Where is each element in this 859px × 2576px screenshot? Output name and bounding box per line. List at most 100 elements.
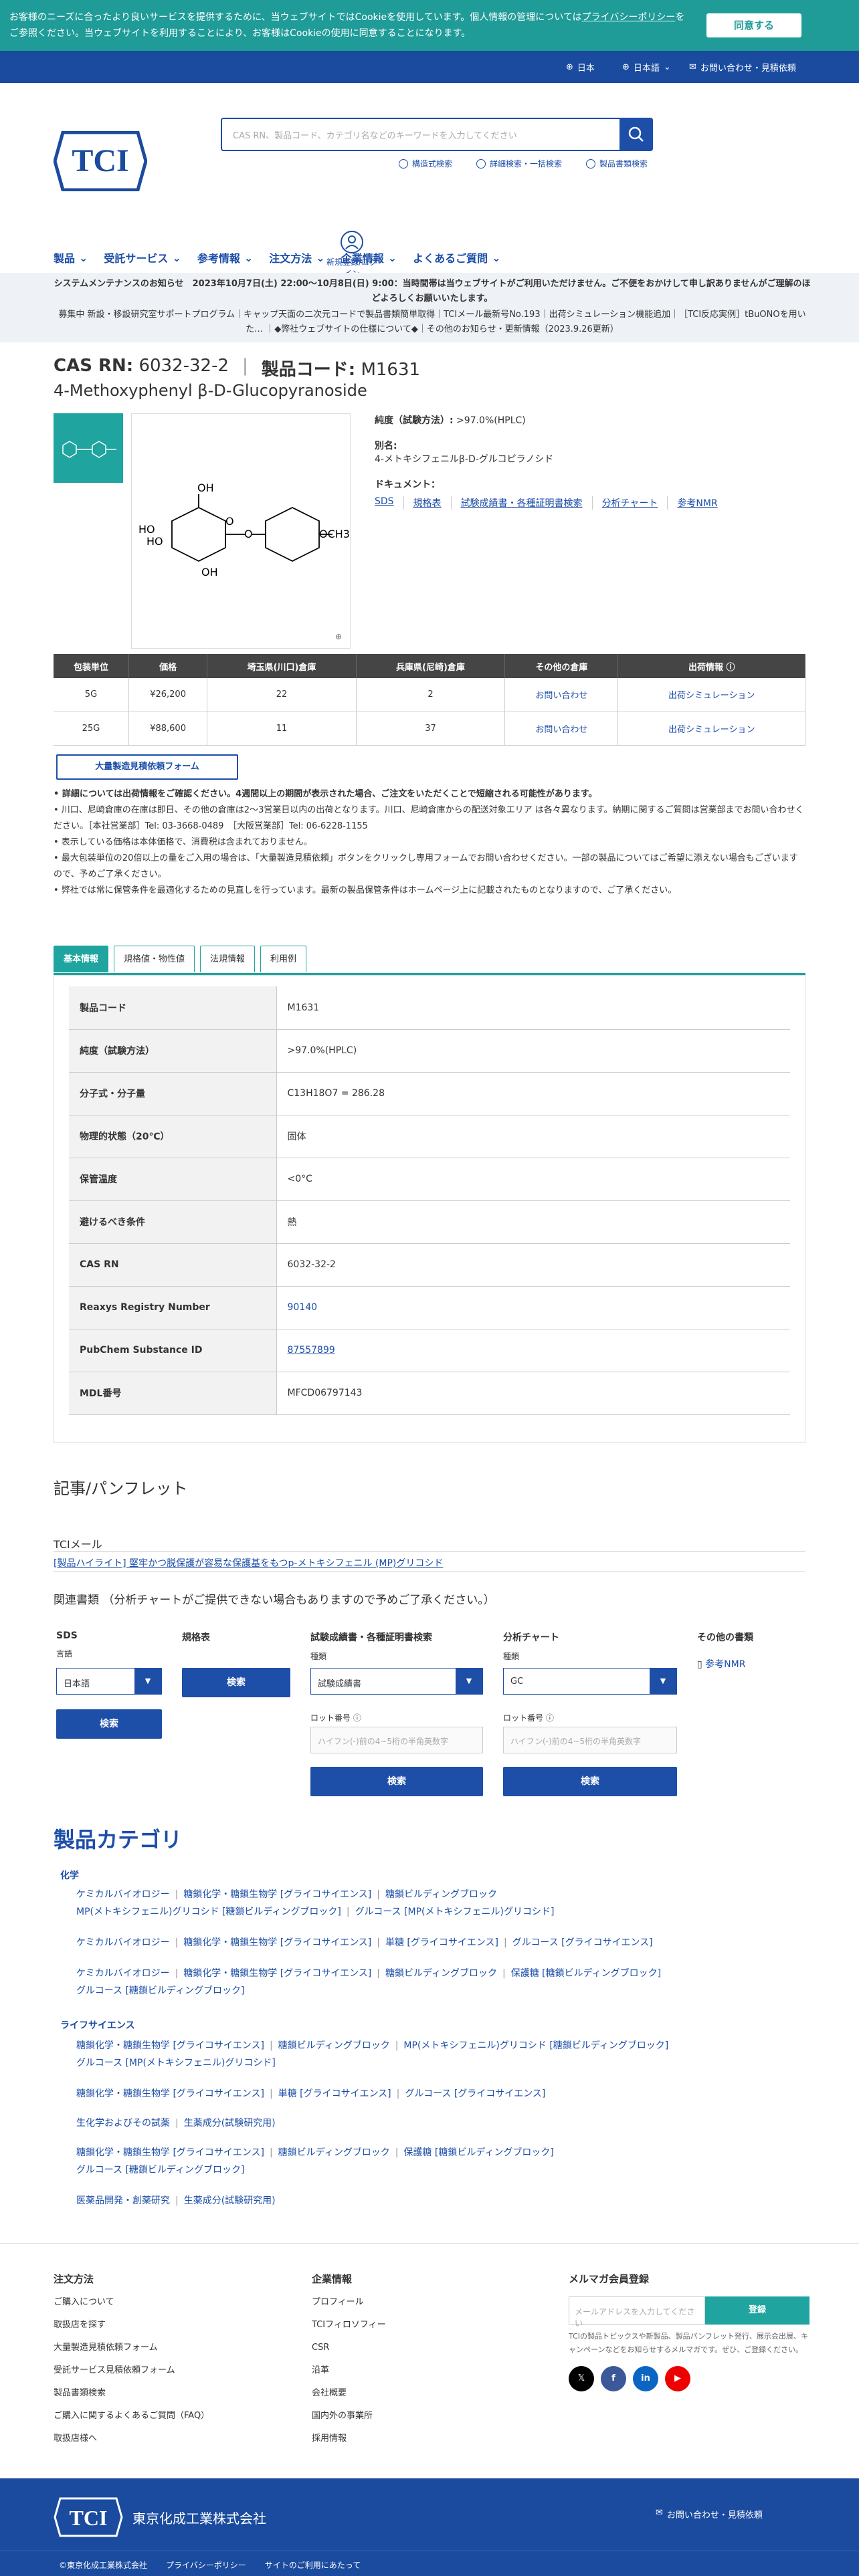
language-selector[interactable]: ⊕ 日本語 ⌄ xyxy=(622,61,671,74)
tci-logo[interactable]: TCI xyxy=(53,130,148,192)
category-path: ケミカルバイオロジー | 糖鎖化学・糖鎖生物学 [グライコサイエンス] | 単糖 [グラ… xyxy=(76,1937,653,1948)
zoom-icon[interactable]: ⊕ xyxy=(335,632,342,641)
terms-link[interactable]: サイトのご利用にあたって xyxy=(265,2559,361,2571)
chart-search-button[interactable]: 検索 xyxy=(503,1767,677,1796)
cookie-text: お客様のニーズに合ったより良いサービスを提供するために、当ウェブサイトではCoo… xyxy=(9,12,685,39)
contact-link[interactable]: ✉ お問い合わせ・見積依頼 xyxy=(689,61,796,74)
analytical-chart-link[interactable]: 分析チャート xyxy=(591,496,668,510)
linkedin-icon[interactable]: in xyxy=(633,2366,658,2391)
newsletter-email-input[interactable]: メールアドレスを入力してください xyxy=(569,2296,705,2328)
nav-custom-services[interactable]: 受託サービス ⌄ xyxy=(104,247,181,267)
footer-contact-link[interactable]: ✉ お問い合わせ・見積依頼 xyxy=(656,2508,763,2520)
nav-products[interactable]: 製品 ⌄ xyxy=(54,247,88,267)
notes: • 詳細については出荷情報をご確認ください。4週間以上の期間が表示された場合、ご… xyxy=(54,789,804,895)
article-link[interactable]: [製品ハイライト] 堅牢かつ脱保護が容易な保護基をもつp-メトキシフェニル (M… xyxy=(54,1558,443,1569)
news-links[interactable]: 募集中 新設・移設研究室サポートプログラム｜キャップ天面の二次元コードで製品書類… xyxy=(51,308,814,337)
footer-link[interactable]: 会社概要 xyxy=(312,2382,386,2405)
nav-how-to-order[interactable]: 注文方法 ⌄ xyxy=(269,247,324,267)
shipping-sim-link[interactable]: 出荷シミュレーション xyxy=(668,691,755,701)
tab-applications[interactable]: 利用例 xyxy=(260,946,307,972)
table-row: CAS RN 6032-32-2 xyxy=(69,1243,790,1287)
footer-logo[interactable]: TCI 東京化成工業株式会社 xyxy=(54,2497,266,2537)
chevron-down-icon: ⌄ xyxy=(244,251,254,264)
pubchem-link[interactable]: 87557899 xyxy=(288,1345,335,1356)
nmr-doc-link[interactable]: ▯ 参考NMR xyxy=(697,1657,745,1671)
advanced-search-link[interactable]: 詳細検索・一括検索 xyxy=(476,158,562,169)
coa-lot-input[interactable]: ハイフン(-)前の4~5桁の半角英数字 xyxy=(310,1727,483,1753)
nav-faq[interactable]: よくあるご質問 ⌄ xyxy=(413,247,500,267)
help-icon[interactable]: ⓘ xyxy=(546,1713,554,1723)
coa-search-button[interactable]: 検索 xyxy=(310,1767,483,1796)
structure-thumbnail[interactable] xyxy=(54,413,123,483)
table-row: 純度（試験方法） >97.0%(HPLC) xyxy=(69,1029,790,1073)
search-box[interactable]: CAS RN、製品コード、カテゴリ名などのキーワードを入力してください xyxy=(221,118,653,151)
x-icon[interactable]: 𝕏 xyxy=(569,2366,594,2391)
footer-link[interactable]: プロフィール xyxy=(312,2291,386,2314)
newsletter-register-button[interactable]: 登録 xyxy=(705,2296,809,2325)
language-select[interactable]: 日本語 ▼ xyxy=(56,1668,162,1695)
footer-link[interactable]: ご購入について xyxy=(54,2291,209,2314)
tab-specifications[interactable]: 規格値・物性値 xyxy=(114,946,195,972)
help-icon[interactable]: ⓘ xyxy=(727,663,735,673)
facebook-icon[interactable]: f xyxy=(601,2366,626,2391)
table-row: 分子式・分子量 C13H18O7 = 286.28 xyxy=(69,1072,790,1115)
footer-link[interactable]: 採用情報 xyxy=(312,2428,386,2450)
top-bar: ⊕ 日本 ⊕ 日本語 ⌄ ✉ お問い合わせ・見積依頼 xyxy=(0,51,859,83)
footer-link[interactable]: 取扱店様へ xyxy=(54,2428,209,2450)
footer-link[interactable]: 沿革 xyxy=(312,2359,386,2382)
privacy-link[interactable]: プライバシーポリシー xyxy=(166,2559,246,2571)
svg-text:HO: HO xyxy=(138,523,155,536)
nmr-link[interactable]: 参考NMR xyxy=(667,496,727,510)
coa-kind-select[interactable]: 試験成績書 ▼ xyxy=(310,1668,483,1695)
articles-title: 記事/パンフレット xyxy=(54,1479,188,1498)
footer-link[interactable]: 受託サービス見積依頼フォーム xyxy=(54,2359,209,2382)
footer-link[interactable]: 大量製造見積依頼フォーム xyxy=(54,2337,209,2359)
contact-link[interactable]: お問い合わせ xyxy=(535,725,587,735)
list-icon xyxy=(476,158,486,169)
tab-basic-info[interactable]: 基本情報 xyxy=(54,946,109,972)
table-row: 25G ¥88,600 11 37 お問い合わせ 出荷シミュレーション xyxy=(54,712,805,746)
footer-link[interactable]: 取扱店を探す xyxy=(54,2314,209,2337)
document-search-link[interactable]: 製品書類検索 xyxy=(586,158,648,169)
chevron-down-icon: ⌄ xyxy=(79,251,88,264)
category-path: 生化学およびその試薬 | 生薬成分(試験研究用) xyxy=(76,2118,276,2129)
nav-reference[interactable]: 参考情報 ⌄ xyxy=(197,247,253,267)
tab-regulations[interactable]: 法規情報 xyxy=(200,946,256,972)
category-path: 糖鎖化学・糖鎖生物学 [グライコサイエンス] | 単糖 [グライコサイエンス] | グル… xyxy=(76,2088,546,2099)
youtube-icon[interactable]: ▶ xyxy=(665,2366,690,2391)
tci-logo: TCI xyxy=(54,2497,123,2537)
shipping-sim-link[interactable]: 出荷シミュレーション xyxy=(668,725,755,735)
bulk-quote-button[interactable]: 大量製造見積依頼フォーム xyxy=(56,754,238,780)
article-link-row: [製品ハイライト] 堅牢かつ脱保護が容易な保護基をもつp-メトキシフェニル (M… xyxy=(54,1551,805,1570)
basic-info-table: 製品コード M1631 純度（試験方法） >97.0%(HPLC) 分子式・分子量 C… xyxy=(69,986,790,1415)
footer-link[interactable]: TCIフィロソフィー xyxy=(312,2314,386,2337)
help-icon[interactable]: ⓘ xyxy=(353,1713,361,1723)
nav-company[interactable]: 企業情報 ⌄ xyxy=(341,247,397,267)
lot-label: ロット番号 ⓘ xyxy=(310,1713,361,1723)
contact-link[interactable]: お問い合わせ xyxy=(535,691,587,701)
structure-search-link[interactable]: 構造式検索 xyxy=(399,158,452,169)
coa-link[interactable]: 試験成績書・各種証明書検索 xyxy=(450,496,592,510)
chevron-down-icon: ▼ xyxy=(134,1669,161,1694)
spec-search-button[interactable]: 検索 xyxy=(182,1668,290,1697)
table-row: Reaxys Registry Number 90140 xyxy=(69,1286,790,1329)
privacy-policy-link[interactable]: プライバシーポリシー xyxy=(582,12,676,23)
sds-search-button[interactable]: 検索 xyxy=(56,1709,162,1739)
footer-link[interactable]: 国内外の事業所 xyxy=(312,2405,386,2428)
footer-link[interactable]: ご購入に関するよくあるご質問（FAQ） xyxy=(54,2405,209,2428)
maintenance-notice: システムメンテナンスのお知らせ 2023年10月7日(土) 22:00～10月8… xyxy=(54,279,811,304)
footer-link[interactable]: 製品書類検索 xyxy=(54,2382,209,2405)
chart-lot-input[interactable]: ハイフン(-)前の4~5桁の半角英数字 xyxy=(503,1727,677,1753)
language-icon: ⊕ xyxy=(622,62,630,72)
sds-link[interactable]: SDS xyxy=(375,496,403,510)
basic-info-panel: 製品コード M1631 純度（試験方法） >97.0%(HPLC) 分子式・分子量 C… xyxy=(54,975,805,1443)
search-button[interactable] xyxy=(619,118,653,151)
accept-cookie-button[interactable]: 同意する xyxy=(706,13,801,37)
reaxys-link[interactable]: 90140 xyxy=(288,1302,318,1313)
footer-link[interactable]: CSR xyxy=(312,2337,386,2359)
chart-kind-select[interactable]: GC ▼ xyxy=(503,1668,677,1695)
structure-image[interactable]: OH HO HO O O OCH3 OH ⊕ xyxy=(131,413,351,649)
spec-link[interactable]: 規格表 xyxy=(403,496,451,510)
category-path: ケミカルバイオロジー | 糖鎖化学・糖鎖生物学 [グライコサイエンス] | 糖鎖ビルディ… xyxy=(76,1968,662,1979)
country-selector[interactable]: ⊕ 日本 xyxy=(566,61,595,74)
